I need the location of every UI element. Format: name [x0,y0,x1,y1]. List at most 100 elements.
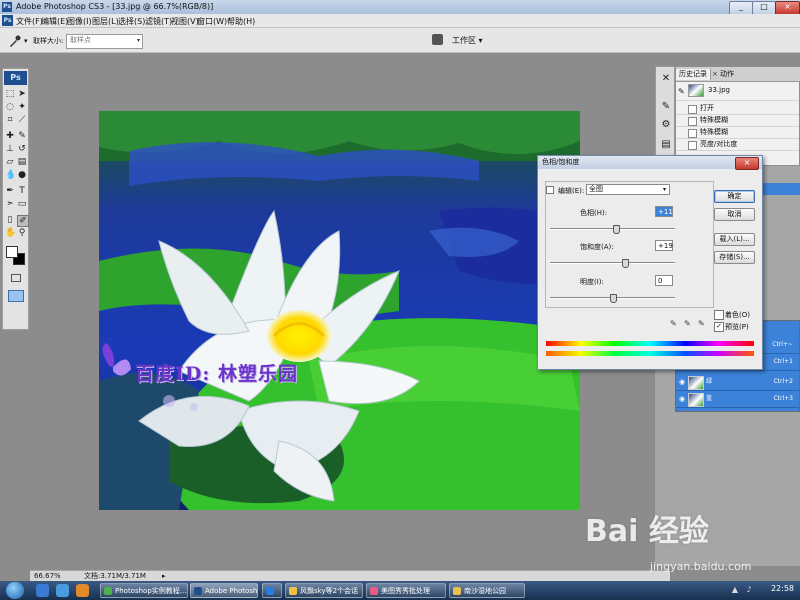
visibility-eye-icon[interactable]: ◉ [679,395,685,403]
screen-mode-icon[interactable] [8,290,24,302]
workspace-menu[interactable]: 工作区 ▾ [452,35,483,46]
colorize-checkbox[interactable] [714,310,724,320]
tools-options-icon[interactable]: ✕ [660,73,672,85]
preview-checkbox[interactable]: ✓ [714,322,724,332]
task-photoshop[interactable]: Adobe Photoshop ... [190,583,258,598]
channel-row[interactable]: ◉ 蓝 Ctrl+3 [676,391,799,408]
zoom-level[interactable]: 66.67% [34,571,61,581]
task-chat[interactable]: 风飘sky等2个会话 [285,583,363,598]
menu-view[interactable]: 视图(V) [171,16,199,27]
selected-history-state[interactable] [760,183,800,195]
cancel-button[interactable]: 取消 [714,208,755,221]
crop-tool-icon[interactable]: ⌗ [5,115,15,125]
quicklaunch-explorer-icon[interactable] [56,584,69,597]
channel-shortcut: Ctrl+3 [773,395,793,402]
task-label: 风飘sky等2个会话 [300,587,359,595]
tool-preset-arrow-icon[interactable]: ▾ [24,37,28,45]
dodge-tool-icon[interactable]: ● [17,170,27,180]
close-button[interactable]: × [775,1,800,15]
history-brush-icon[interactable]: ↺ [17,144,27,154]
saturation-slider-track[interactable] [550,262,675,264]
menu-window[interactable]: 窗口(W) [197,16,227,27]
task-qq[interactable] [262,583,282,598]
gradient-tool-icon[interactable]: ▤ [17,157,27,167]
menu-help[interactable]: 帮助(H) [227,16,255,27]
menu-select[interactable]: 选择(S) [118,16,145,27]
ok-button[interactable]: 确定 [714,190,755,203]
hand-tool-icon[interactable]: ✋ [5,228,16,238]
saturation-value-input[interactable]: +19 [655,240,673,251]
magic-wand-tool-icon[interactable]: ✦ [17,102,27,112]
healing-brush-icon[interactable]: ✚ [5,131,15,141]
window-title-bar[interactable]: Ps Adobe Photoshop CS3 - [33.jpg @ 66.7%… [0,0,800,15]
foreground-color-swatch[interactable] [6,246,18,258]
brushes-panel-icon[interactable]: ✎ [660,101,672,113]
document-canvas[interactable]: 百度ID: 林塑乐园 [99,111,580,510]
eyedropper-minus-icon[interactable]: ✎ [698,319,705,328]
history-item[interactable]: 打开 [676,103,799,115]
menu-file[interactable]: 文件(F) [16,16,43,27]
save-button[interactable]: 存储(S)... [714,251,755,264]
eyedropper-tool-icon[interactable] [8,34,22,48]
tab-actions[interactable]: 动作 [717,69,737,80]
task-browser[interactable]: Photoshop实例教程... [100,583,188,598]
saturation-slider-thumb[interactable] [622,259,629,268]
minimize-button[interactable]: _ [729,1,753,15]
menu-image[interactable]: 图像(I) [67,16,92,27]
menu-filter[interactable]: 滤镜(T) [145,16,172,27]
notes-tool-icon[interactable]: ▯ [5,215,15,225]
history-item[interactable]: 特殊模糊 [676,127,799,139]
marquee-tool-icon[interactable]: ⬚ [5,89,15,99]
tray-network-icon[interactable]: ▲ [730,585,740,595]
quicklaunch-ie-icon[interactable] [36,584,49,597]
task-meitu[interactable]: 美图秀秀批处理 [366,583,446,598]
sample-size-select[interactable]: 取样点 ▾ [66,34,143,49]
hue-slider-thumb[interactable] [613,225,621,234]
eyedropper-icon[interactable]: ✎ [670,319,677,328]
hue-value-input[interactable]: +11 [655,206,673,217]
edit-dropdown[interactable]: 全图 ▾ [586,184,670,195]
menu-bar: Ps 文件(F) 编辑(E) 图像(I) 图层(L) 选择(S) 滤镜(T) 视… [0,14,800,28]
history-item[interactable]: 亮度/对比度 [676,139,799,151]
move-tool-icon[interactable]: ➤ [17,89,27,99]
dialog-title-bar[interactable]: 色相/饱和度 × [538,156,762,170]
clone-stamp-icon[interactable]: ⊥ [5,144,15,154]
tray-volume-icon[interactable]: ♪ [744,585,754,595]
task-folder[interactable]: 南沙湿地公园 [449,583,525,598]
eyedropper-tool-active-icon[interactable]: ✐ [17,215,29,227]
lasso-tool-icon[interactable]: ◌ [5,102,15,112]
start-button[interactable] [6,582,24,599]
slice-tool-icon[interactable]: ⟋ [17,115,27,125]
pen-tool-icon[interactable]: ✒ [5,186,15,196]
file-browser-icon[interactable] [432,34,443,45]
chat-icon [289,587,297,595]
eyedropper-plus-icon[interactable]: ✎ [684,319,691,328]
visibility-eye-icon[interactable]: ◉ [679,378,685,386]
tab-history[interactable]: 历史记录 [676,69,711,80]
taskbar-clock[interactable]: 22:58 [771,584,794,593]
menu-edit[interactable]: 编辑(E) [41,16,68,27]
load-button[interactable]: 载入(L)... [714,233,755,246]
history-item[interactable]: 特殊模糊 [676,115,799,127]
dialog-close-icon[interactable]: × [735,157,759,170]
quick-mask-icon[interactable] [11,274,21,282]
tool-presets-icon[interactable]: ⚙ [660,119,672,131]
status-arrow-icon[interactable]: ▸ [162,571,166,581]
layer-comps-icon[interactable]: ▤ [660,139,672,151]
blur-tool-icon[interactable]: 💧 [5,170,16,180]
ps-menu-icon: Ps [2,15,13,26]
path-selection-icon[interactable]: ➣ [5,199,15,209]
shape-tool-icon[interactable]: ▭ [17,199,27,209]
eraser-tool-icon[interactable]: ▱ [5,157,15,167]
channel-row[interactable]: ◉ 绿 Ctrl+2 [676,374,799,391]
lightness-value-input[interactable]: 0 [655,275,673,286]
input-color-spectrum [546,341,754,346]
zoom-tool-icon[interactable]: ⚲ [17,228,27,238]
restore-button[interactable]: □ [752,1,776,15]
brush-tool-icon[interactable]: ✎ [17,131,27,141]
menu-layer[interactable]: 图层(L) [92,16,119,27]
lightness-slider-thumb[interactable] [609,294,617,303]
quicklaunch-media-icon[interactable] [76,584,89,597]
history-snapshot[interactable]: ✎ 33.jpg [676,82,799,101]
type-tool-icon[interactable]: T [17,186,27,196]
